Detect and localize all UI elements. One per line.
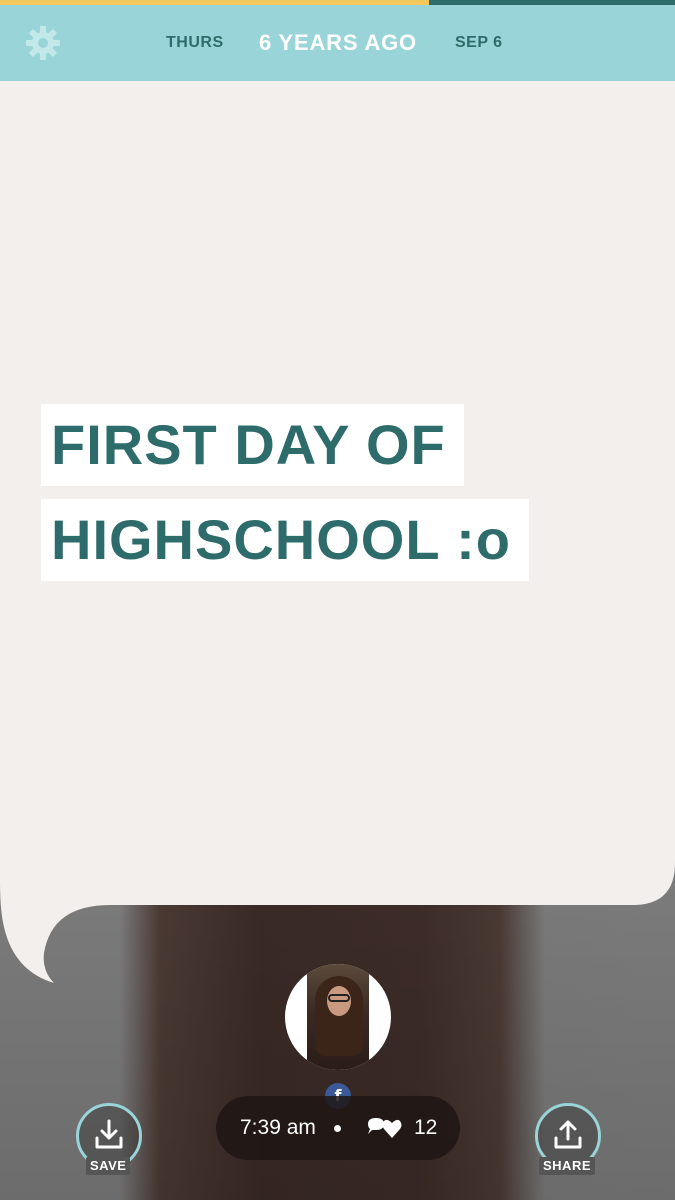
avatar-glasses: [328, 994, 350, 1002]
post-info-pill[interactable]: 7:39 am 12: [216, 1096, 460, 1160]
share-label[interactable]: SHARE: [539, 1157, 596, 1175]
header-date[interactable]: SEP 6: [455, 5, 503, 81]
upload-icon: [554, 1120, 582, 1149]
top-header: THURS 6 YEARS AGO SEP 6: [0, 5, 675, 81]
comment-heart-icon: [368, 1118, 402, 1138]
header-weekday[interactable]: THURS: [166, 5, 224, 81]
gear-icon[interactable]: [24, 24, 62, 62]
avatar[interactable]: [285, 964, 391, 1070]
download-icon: [95, 1119, 123, 1149]
memory-title-line-2: HIGHSCHOOL :o: [41, 499, 529, 581]
post-time: 7:39 am: [240, 1116, 316, 1139]
engagement-count: 12: [414, 1116, 438, 1139]
separator-dot: [334, 1125, 341, 1132]
header-years-ago: 6 YEARS AGO: [259, 30, 417, 55]
memory-title-line-1: FIRST DAY OF: [41, 404, 464, 486]
save-label[interactable]: SAVE: [86, 1157, 131, 1175]
